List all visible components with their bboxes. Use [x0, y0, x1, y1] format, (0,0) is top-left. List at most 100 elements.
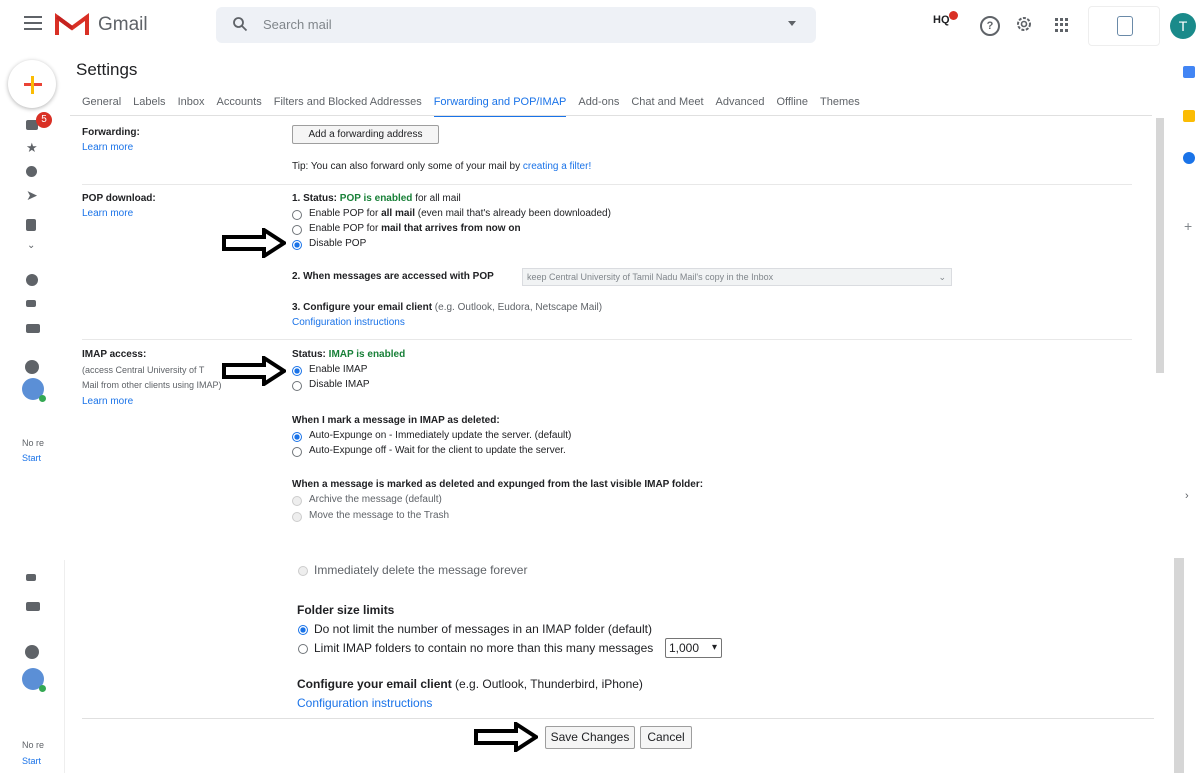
- search-options-icon[interactable]: [788, 21, 796, 26]
- actions-divider: [82, 718, 1154, 719]
- start-chat-link[interactable]: Start: [22, 453, 41, 463]
- tab-advanced[interactable]: Advanced: [716, 96, 765, 117]
- auto-expunge-off-radio[interactable]: [292, 447, 302, 457]
- trash-label: Move the message to the Trash: [309, 510, 450, 521]
- keyboard-icon[interactable]: [26, 602, 40, 611]
- scrollbar-thumb[interactable]: [1174, 558, 1184, 773]
- no-limit-radio[interactable]: [298, 625, 308, 635]
- search-icon[interactable]: [232, 16, 248, 32]
- auto-expunge-off-label: Auto-Expunge off - Wait for the client t…: [309, 445, 566, 456]
- pop-from-now-label: Enable POP for mail that arrives from no…: [309, 223, 521, 234]
- tab-inbox[interactable]: Inbox: [178, 96, 205, 117]
- page-title: Settings: [76, 60, 138, 79]
- create-filter-link[interactable]: creating a filter!: [523, 161, 591, 172]
- tab-labels[interactable]: Labels: [133, 96, 165, 117]
- pointer-arrow-icon: [222, 356, 286, 386]
- imap-deleted-heading: When I mark a message in IMAP as deleted…: [292, 415, 500, 426]
- send-icon[interactable]: ➤: [26, 187, 38, 204]
- tab-forwarding-pop-imap[interactable]: Forwarding and POP/IMAP: [433, 96, 567, 117]
- imap-learn-more-link[interactable]: Learn more: [82, 396, 133, 407]
- pop-config-instructions-link[interactable]: Configuration instructions: [292, 317, 405, 328]
- enable-imap-label: Enable IMAP: [309, 364, 368, 375]
- add-forwarding-address-button[interactable]: Add a forwarding address: [292, 125, 439, 144]
- add-addon-icon[interactable]: +: [1184, 218, 1192, 234]
- limit-label: Limit IMAP folders to contain no more th…: [314, 641, 654, 655]
- pop-learn-more-link[interactable]: Learn more: [82, 208, 133, 219]
- more-chevron-icon[interactable]: ⌄: [27, 240, 35, 251]
- drafts-icon[interactable]: [26, 219, 36, 231]
- auto-expunge-on-radio[interactable]: [292, 432, 302, 442]
- calendar-icon[interactable]: [1183, 66, 1195, 78]
- imap-status: Status: IMAP is enabled: [292, 349, 406, 360]
- video-icon[interactable]: [26, 300, 36, 307]
- tab-filters[interactable]: Filters and Blocked Addresses: [274, 96, 422, 117]
- imap-label: IMAP access:: [82, 349, 147, 360]
- snoozed-icon[interactable]: [26, 166, 37, 177]
- hangouts-icon[interactable]: [25, 645, 39, 659]
- main-menu-icon[interactable]: [24, 16, 42, 30]
- imap-config-instructions-link[interactable]: Configuration instructions: [297, 696, 432, 710]
- scrollbar-thumb[interactable]: [1156, 118, 1164, 373]
- pop-from-now-radio[interactable]: [292, 225, 302, 235]
- disable-pop-radio[interactable]: [292, 240, 302, 250]
- archive-label: Archive the message (default): [309, 494, 442, 505]
- tab-offline[interactable]: Offline: [776, 96, 808, 117]
- limit-radio[interactable]: [298, 644, 308, 654]
- pop-configure: 3. Configure your email client (e.g. Out…: [292, 302, 603, 313]
- hangouts-icon[interactable]: [25, 360, 39, 374]
- apps-grid-icon[interactable]: [1055, 18, 1069, 32]
- folder-limit-select[interactable]: 1,000 ▾: [665, 638, 722, 658]
- tab-general[interactable]: General: [82, 96, 121, 117]
- enable-imap-radio[interactable]: [292, 366, 302, 376]
- imap-configure: Configure your email client (e.g. Outloo…: [297, 677, 643, 691]
- keyboard-icon[interactable]: [26, 324, 40, 333]
- gmail-logo[interactable]: [55, 13, 89, 37]
- pop-all-mail-radio[interactable]: [292, 210, 302, 220]
- forwarding-learn-more-link[interactable]: Learn more: [82, 142, 133, 153]
- disable-imap-radio[interactable]: [292, 381, 302, 391]
- save-changes-button[interactable]: Save Changes: [545, 726, 635, 749]
- tab-addons[interactable]: Add-ons: [578, 96, 619, 117]
- tab-accounts[interactable]: Accounts: [216, 96, 261, 117]
- chat-icon[interactable]: [26, 274, 38, 286]
- pop-label: POP download:: [82, 193, 156, 204]
- folder-size-heading: Folder size limits: [297, 603, 395, 617]
- star-icon[interactable]: ★: [26, 140, 38, 156]
- trash-radio[interactable]: [292, 512, 302, 522]
- tab-themes[interactable]: Themes: [820, 96, 860, 117]
- section-divider: [82, 184, 1132, 185]
- search-input[interactable]: Search mail: [263, 17, 332, 32]
- hq-label[interactable]: HQ: [933, 14, 950, 26]
- auto-expunge-on-label: Auto-Expunge on - Immediately update the…: [309, 430, 572, 441]
- chevron-down-icon: ⌄: [938, 272, 946, 282]
- account-avatar[interactable]: T: [1170, 13, 1196, 39]
- inbox-unread-badge: 5: [36, 112, 52, 128]
- settings-tabs: General Labels Inbox Accounts Filters an…: [82, 96, 872, 117]
- start-chat-link[interactable]: Start: [22, 756, 41, 766]
- gear-icon[interactable]: [1015, 15, 1033, 33]
- disable-pop-label: Disable POP: [309, 238, 367, 249]
- pop-access-select[interactable]: keep Central University of Tamil Nadu Ma…: [522, 268, 952, 286]
- compose-button[interactable]: [8, 60, 56, 108]
- no-recent-text: No re: [22, 438, 45, 448]
- pointer-arrow-icon: [222, 228, 286, 258]
- online-status-icon: [39, 685, 46, 692]
- tab-chat-meet[interactable]: Chat and Meet: [631, 96, 703, 117]
- no-limit-label: Do not limit the number of messages in a…: [314, 622, 652, 636]
- delete-forever-label: Immediately delete the message forever: [314, 563, 528, 577]
- delete-forever-radio[interactable]: [298, 566, 308, 576]
- help-icon[interactable]: ?: [980, 16, 1000, 36]
- pop-access-label: 2. When messages are accessed with POP: [292, 271, 494, 282]
- archive-radio[interactable]: [292, 496, 302, 506]
- cancel-button[interactable]: Cancel: [640, 726, 692, 749]
- forwarding-tip: Tip: You can also forward only some of y…: [292, 161, 592, 172]
- video-icon[interactable]: [26, 574, 36, 581]
- section-divider: [82, 339, 1132, 340]
- expand-panel-icon[interactable]: ›: [1185, 490, 1189, 502]
- sidebar-divider: [64, 560, 65, 773]
- keep-icon[interactable]: [1183, 110, 1195, 122]
- tasks-icon[interactable]: [1183, 152, 1195, 164]
- organization-logo[interactable]: [1088, 6, 1160, 46]
- app-name: Gmail: [98, 14, 148, 35]
- forwarding-label: Forwarding:: [82, 127, 140, 138]
